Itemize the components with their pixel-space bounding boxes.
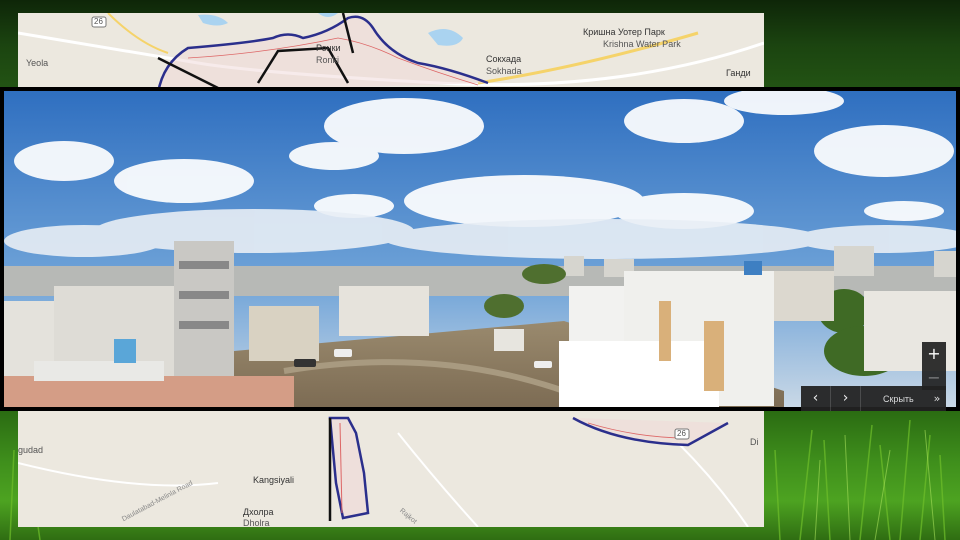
panorama-image xyxy=(4,91,956,407)
label-gudad: gudad xyxy=(18,445,44,455)
route-badge-bottom: 26 xyxy=(677,429,686,438)
label-roneti-ru: Ронки xyxy=(316,43,341,53)
label-dholra: Dholra xyxy=(243,518,270,527)
district-boundary-bottom xyxy=(328,416,370,520)
chevron-down-icon[interactable]: » xyxy=(928,392,946,405)
label-sokhada: Sokhada xyxy=(486,66,522,76)
label-roneti: Ronki xyxy=(316,55,340,65)
label-di: Di xyxy=(750,437,759,447)
label-krishna-water-park: Krishna Water Park xyxy=(603,39,681,49)
next-photo-button[interactable]: › xyxy=(831,386,861,411)
label-yeola: Yeola xyxy=(26,58,49,68)
label-kangsiyali: Kangsiyali xyxy=(253,475,295,485)
label-gandhi-ru: Ганди xyxy=(726,68,751,78)
route-badge-top: 26 xyxy=(94,17,103,26)
label-krishna-water-park-ru: Кришна Уотер Парк xyxy=(583,27,665,37)
zoom-control: + − xyxy=(922,342,946,390)
streetview-nav-bar: ‹ › Скрыть » xyxy=(801,386,946,411)
prev-photo-button[interactable]: ‹ xyxy=(801,386,831,411)
hide-button[interactable]: Скрыть xyxy=(861,394,928,404)
label-dholra-ru: Дхолра xyxy=(243,507,274,517)
label-sokhada-ru: Сокхада xyxy=(486,54,522,64)
zoom-in-button[interactable]: + xyxy=(922,342,946,366)
street-view-panorama[interactable] xyxy=(0,87,960,411)
